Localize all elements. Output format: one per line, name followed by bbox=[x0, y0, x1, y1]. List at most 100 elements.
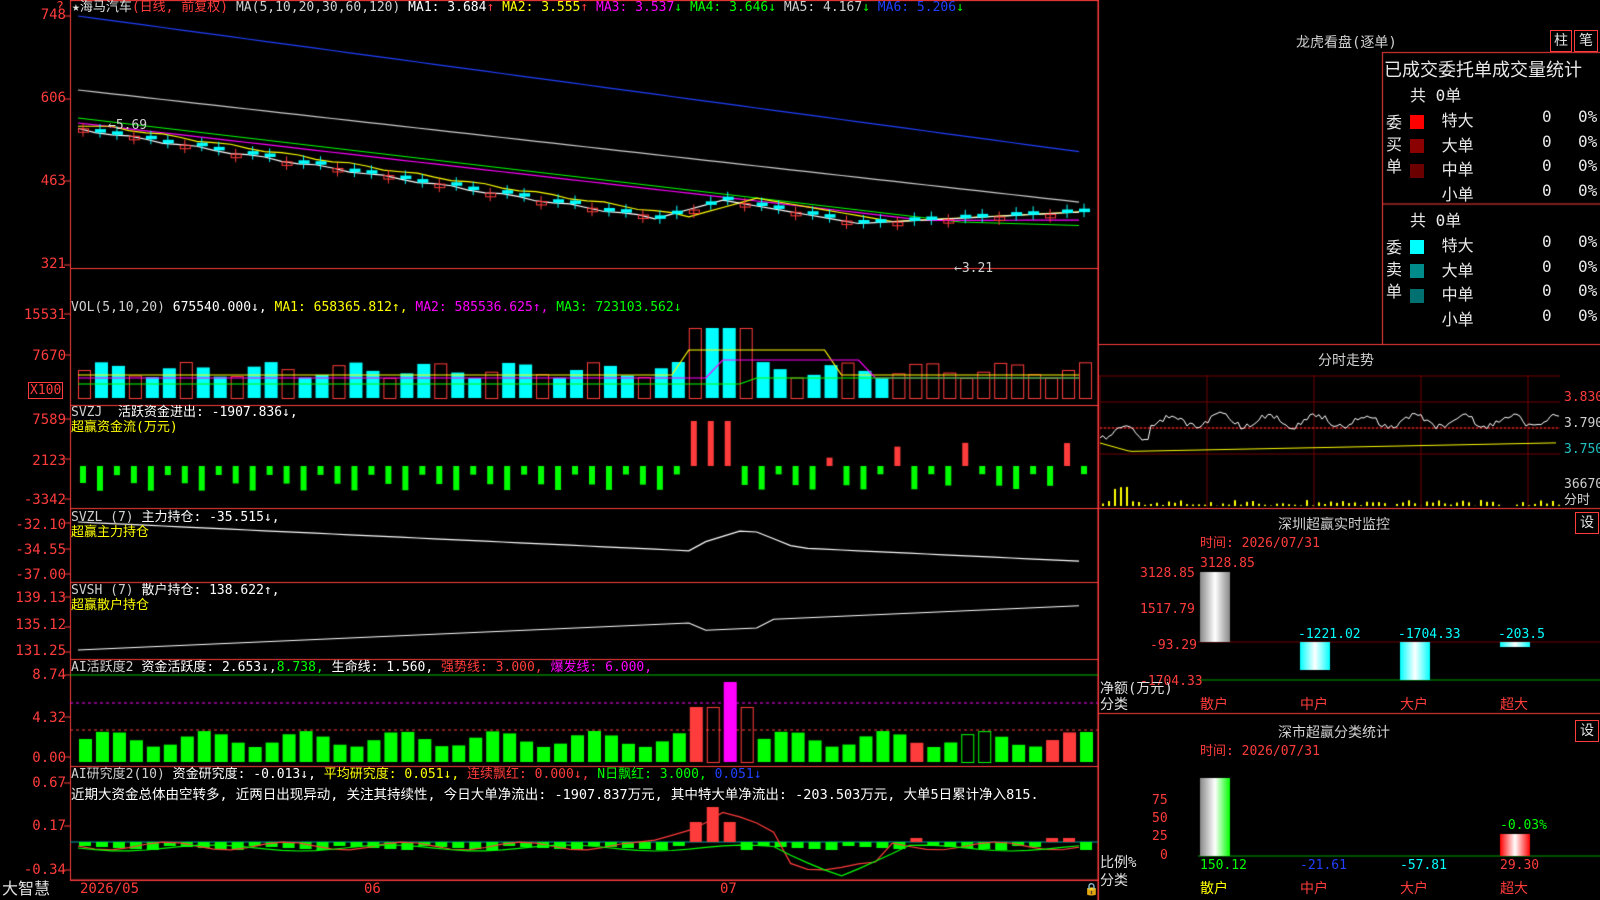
svzl-sub: 超赢主力持仓 bbox=[71, 525, 149, 540]
ai3-label: AI研究度2(10) bbox=[71, 767, 165, 782]
classify-cat-label: 比例% bbox=[1100, 856, 1136, 871]
classify-y-tick: 25 bbox=[1152, 829, 1168, 844]
svsh-sub: 超赢散户持仓 bbox=[71, 598, 149, 613]
ai3-y-tick: -0.34 bbox=[24, 862, 66, 878]
order-percent: 0% bbox=[1578, 306, 1597, 325]
order-type-label: 特大 bbox=[1432, 236, 1474, 255]
intraday-title: 分时走势 bbox=[1318, 350, 1374, 370]
price-y-tick: 463 bbox=[41, 173, 66, 189]
ma-label: MA(5,10,20,30,60,120) bbox=[236, 0, 400, 15]
color-swatch bbox=[1410, 289, 1424, 303]
intraday-unit: 分时 bbox=[1564, 493, 1590, 508]
svzj-y-tick: 2123 bbox=[32, 453, 66, 469]
classify-val: -57.81 bbox=[1400, 858, 1447, 873]
ma-value: MA4: 3.646 bbox=[682, 0, 768, 15]
ai2-y-tick: 4.32 bbox=[32, 710, 66, 726]
stat-title: 已成交委托单成交量统计 bbox=[1384, 56, 1582, 82]
svzl-label: SVZL (7) bbox=[71, 510, 134, 525]
classify-val: 150.12 bbox=[1200, 858, 1247, 873]
price-y-tick: 321 bbox=[41, 256, 66, 272]
x-date-label: 06 bbox=[364, 882, 381, 897]
ma-value: MA2: 3.555 bbox=[494, 0, 580, 15]
order-type-label: 中单 bbox=[1432, 285, 1474, 304]
monitor-bar-label: -1704.33 bbox=[1398, 627, 1461, 642]
monitor-y-tick: 3128.85 bbox=[1140, 566, 1195, 581]
vol-y-tick: 15531 bbox=[24, 307, 66, 323]
ma-values: MA1: 3.684↑ MA2: 3.555↑ MA3: 3.537↓ MA4:… bbox=[408, 0, 964, 15]
price-y-tick: 748 bbox=[41, 7, 66, 23]
vol-ma2: MA2: 585536.625↑, bbox=[415, 300, 548, 315]
color-swatch bbox=[1410, 240, 1424, 254]
order-stat-row: 大单 bbox=[1410, 132, 1474, 156]
stock-title[interactable]: ★海马汽车 bbox=[72, 0, 132, 15]
monitor-time: 时间: 2026/07/31 bbox=[1200, 536, 1320, 551]
ai2-activity: 资金活跃度: 2.653↓, bbox=[141, 660, 276, 675]
ma-value: MA5: 4.167 bbox=[776, 0, 862, 15]
vol-value: 675540.000↓, bbox=[173, 300, 267, 315]
svsh-label: SVSH (7) bbox=[71, 583, 134, 598]
vol-unit-button[interactable]: X100 bbox=[28, 382, 63, 399]
ma-value: MA1: 3.684 bbox=[408, 0, 486, 15]
classify-cat: 散户 bbox=[1200, 882, 1228, 897]
lhb-title: 龙虎看盘(逐单) bbox=[1296, 32, 1397, 52]
ai2-y-tick: 8.74 bbox=[32, 667, 66, 683]
monitor-cat: 超大 bbox=[1500, 698, 1528, 713]
monitor-cat: 散户 bbox=[1200, 698, 1228, 713]
ai3-comment: 近期大资金总体由空转多, 近两日出现异动, 关注其持续性, 今日大单净流出: -… bbox=[71, 788, 1039, 803]
svzl-header: SVZL (7) 主力持仓: -35.515↓, bbox=[71, 510, 280, 525]
classify-y-tick: 75 bbox=[1152, 793, 1168, 808]
ai3-y-tick: 0.67 bbox=[32, 775, 66, 791]
order-type-label: 小单 bbox=[1432, 310, 1474, 329]
monitor-cat: 中户 bbox=[1300, 698, 1328, 713]
price-mode[interactable]: (日线, 前复权) bbox=[132, 0, 228, 15]
color-swatch bbox=[1410, 164, 1424, 178]
monitor-cat-label: 净额(万元) bbox=[1100, 682, 1173, 697]
classify-cat-label2: 分类 bbox=[1100, 874, 1128, 889]
ai3-nred: N日飘红: 3.000, bbox=[597, 767, 706, 782]
order-percent: 0% bbox=[1578, 257, 1597, 276]
svzj-header: SVZJ 活跃资金进出: -1907.836↓, bbox=[71, 405, 298, 420]
lock-icon[interactable]: 🔒 bbox=[1084, 882, 1099, 897]
vol-ma3: MA3: 723103.562↓ bbox=[556, 300, 681, 315]
order-stat-row: 小单 bbox=[1410, 306, 1474, 330]
svsh-y-tick: 131.25 bbox=[15, 643, 66, 659]
vol-y-tick: 7670 bbox=[32, 348, 66, 364]
main-chart-canvas[interactable] bbox=[0, 0, 1600, 900]
ai2-lifeline: 生命线: 1.560, bbox=[332, 660, 434, 675]
buy-label: 委买单 bbox=[1386, 112, 1406, 178]
order-type-label: 大单 bbox=[1432, 136, 1474, 155]
order-type-label: 小单 bbox=[1432, 185, 1474, 204]
order-type-label: 特大 bbox=[1432, 111, 1474, 130]
ma-arrow: ↓ bbox=[768, 0, 776, 15]
ai2-label: AI活跃度2 bbox=[71, 660, 133, 675]
bar-mode-button[interactable]: 柱 bbox=[1550, 30, 1572, 52]
classify-settings-button[interactable]: 设 bbox=[1575, 720, 1599, 742]
ai3-nred2: 0.051↓ bbox=[715, 767, 762, 782]
order-count: 0 bbox=[1542, 181, 1552, 200]
ma-arrow: ↓ bbox=[674, 0, 682, 15]
order-stat-row: 大单 bbox=[1410, 257, 1474, 281]
svzl-y-tick: -37.00 bbox=[15, 567, 66, 583]
classify-y-tick: 0 bbox=[1160, 848, 1168, 863]
classify-val: 29.30 bbox=[1500, 858, 1539, 873]
order-percent: 0% bbox=[1578, 156, 1597, 175]
monitor-settings-button[interactable]: 设 bbox=[1575, 512, 1599, 534]
order-stat-row: 特大 bbox=[1410, 107, 1474, 131]
vol-label: VOL(5,10,20) bbox=[71, 300, 165, 315]
color-swatch bbox=[1410, 115, 1424, 129]
vol-header: VOL(5,10,20) 675540.000↓, MA1: 658365.81… bbox=[71, 300, 682, 315]
color-swatch bbox=[1410, 313, 1424, 327]
order-count: 0 bbox=[1542, 232, 1552, 251]
order-stat-row: 小单 bbox=[1410, 181, 1474, 205]
ai2-y-tick: 0.00 bbox=[32, 750, 66, 766]
monitor-top-value: 3128.85 bbox=[1200, 556, 1255, 571]
svzl-value: 主力持仓: -35.515↓, bbox=[141, 510, 279, 525]
classify-cat: 中户 bbox=[1300, 882, 1328, 897]
price-low-label: ←3.21 bbox=[954, 261, 993, 276]
order-count: 0 bbox=[1542, 156, 1552, 175]
ma-value: MA6: 5.206 bbox=[870, 0, 956, 15]
pen-mode-button[interactable]: 笔 bbox=[1574, 30, 1598, 52]
intraday-tick: 3.750 bbox=[1564, 442, 1600, 457]
svzj-label: SVZJ bbox=[71, 405, 102, 420]
ai3-research: 资金研究度: -0.013↓, bbox=[173, 767, 316, 782]
